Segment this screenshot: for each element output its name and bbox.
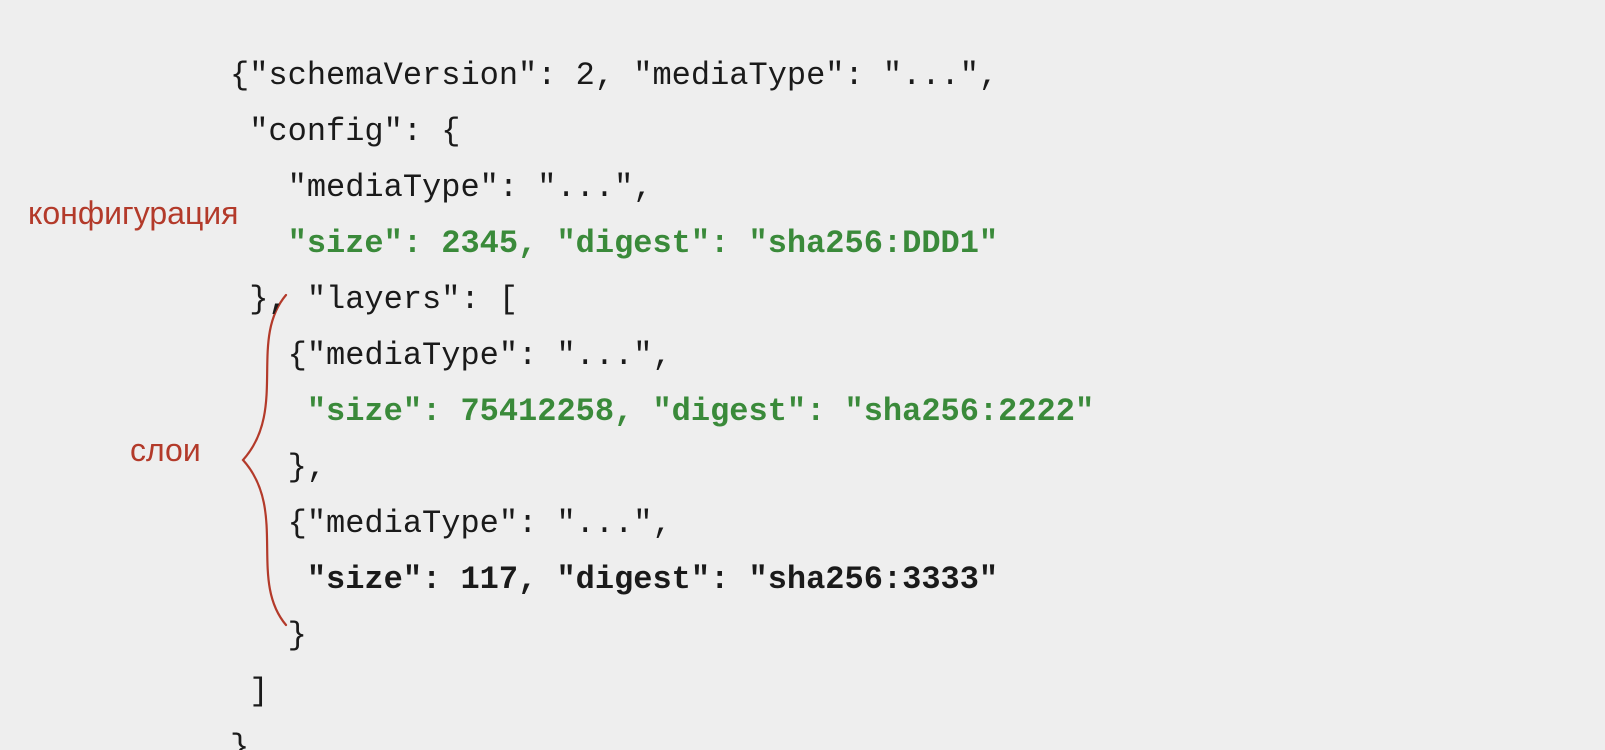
code-line-2: "config": { bbox=[230, 113, 460, 150]
code-line-8: }, bbox=[230, 449, 326, 486]
annotation-layers-label: слои bbox=[130, 432, 201, 469]
json-code-block: {"schemaVersion": 2, "mediaType": "...",… bbox=[230, 48, 1094, 750]
code-line-1: {"schemaVersion": 2, "mediaType": "...", bbox=[230, 57, 998, 94]
code-line-9: {"mediaType": "...", bbox=[230, 505, 672, 542]
code-line-5: }, "layers": [ bbox=[230, 281, 518, 318]
code-line-10-layer2-hl: "size": 117, "digest": "sha256:3333" bbox=[230, 561, 998, 598]
code-line-11: } bbox=[230, 617, 307, 654]
slide-stage: конфигурация слои {"schemaVersion": 2, "… bbox=[0, 0, 1605, 750]
code-line-6: {"mediaType": "...", bbox=[230, 337, 672, 374]
annotation-config-label: конфигурация bbox=[28, 195, 238, 232]
code-line-3: "mediaType": "...", bbox=[230, 169, 652, 206]
code-line-7-layer1-hl: "size": 75412258, "digest": "sha256:2222… bbox=[230, 393, 1094, 430]
code-line-4-config-hl: "size": 2345, "digest": "sha256:DDD1" bbox=[230, 225, 998, 262]
code-line-12: ] bbox=[230, 673, 268, 710]
code-line-13: } bbox=[230, 729, 249, 750]
